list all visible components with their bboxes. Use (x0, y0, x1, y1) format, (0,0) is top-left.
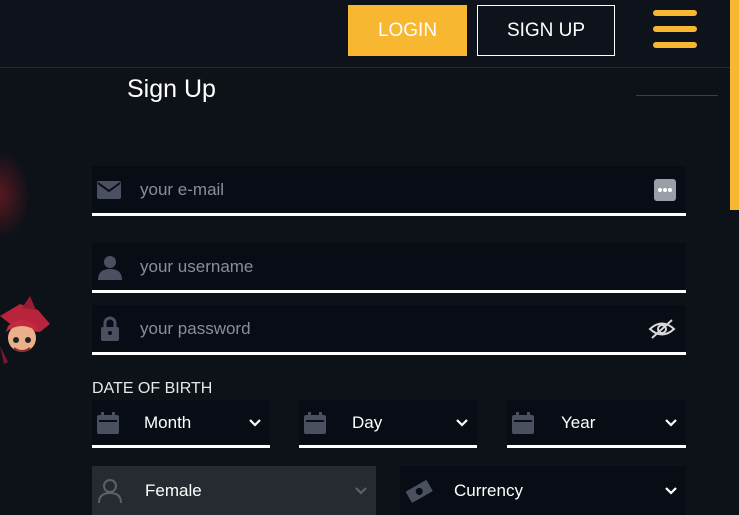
decorative-glow (0, 150, 30, 240)
chevron-down-icon (249, 418, 261, 427)
login-button[interactable]: LOGIN (348, 5, 467, 56)
gender-select[interactable]: Female (92, 466, 376, 515)
month-select[interactable]: Month (92, 400, 270, 448)
email-field[interactable]: your e-mail (92, 166, 686, 216)
page-title: Sign Up (127, 75, 216, 103)
chevron-down-icon (665, 486, 677, 495)
gender-select-label: Female (145, 480, 202, 500)
month-select-label: Month (144, 412, 192, 432)
username-field[interactable]: your username (92, 243, 686, 293)
character-illustration (0, 296, 50, 364)
lock-icon (101, 316, 119, 341)
chevron-down-icon (665, 418, 677, 427)
day-select-label: Day (352, 412, 383, 432)
envelope-icon (97, 180, 121, 199)
username-placeholder: your username (140, 256, 254, 276)
day-select[interactable]: Day (299, 400, 477, 448)
chevron-down-icon (355, 486, 367, 495)
password-field[interactable]: your password (92, 305, 686, 355)
user-outline-icon (98, 478, 122, 503)
password-placeholder: your password (140, 318, 251, 338)
signup-button[interactable]: SIGN UP (477, 5, 615, 56)
calendar-icon (304, 411, 326, 434)
eye-slash-icon[interactable] (648, 318, 676, 340)
date-of-birth-label: DATE OF BIRTH (92, 380, 213, 397)
year-select-label: Year (561, 412, 596, 432)
currency-select-label: Currency (454, 480, 523, 500)
money-icon (405, 479, 433, 503)
user-icon (98, 255, 122, 280)
top-navbar: LOGIN SIGN UP (0, 0, 739, 68)
menu-icon[interactable] (653, 10, 697, 50)
divider (636, 95, 718, 96)
year-select[interactable]: Year (507, 400, 686, 448)
scrollbar-thumb[interactable] (730, 0, 739, 210)
email-placeholder: your e-mail (140, 179, 225, 199)
calendar-icon (97, 411, 119, 434)
calendar-icon (512, 411, 534, 434)
currency-select[interactable]: Currency (400, 466, 686, 515)
chevron-down-icon (456, 418, 468, 427)
more-dots-icon[interactable] (654, 178, 676, 201)
